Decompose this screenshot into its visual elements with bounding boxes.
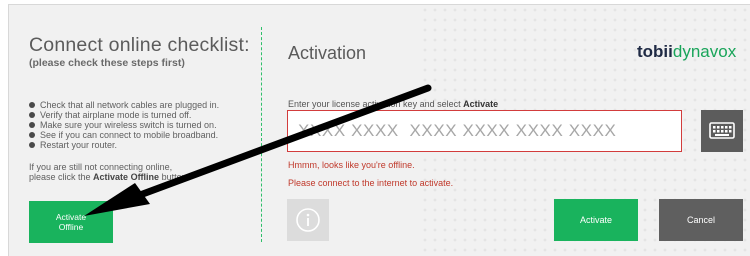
activation-title: Activation: [288, 43, 367, 63]
keyboard-button[interactable]: [701, 110, 743, 152]
activation-panel: Connect online checklist: (please check …: [8, 4, 750, 256]
checklist-subtitle: (please check these steps first): [29, 57, 185, 69]
bullet-icon: [29, 132, 35, 138]
checklist: Check that all network cables are plugge…: [29, 100, 269, 150]
connect-error: Please connect to the internet to activa…: [288, 178, 454, 188]
checklist-item: Restart your router.: [29, 140, 269, 150]
tobii-dynavox-logo: tobiidynavox: [637, 42, 737, 61]
offline-note: If you are still not connecting online, …: [29, 162, 190, 182]
activate-offline-button[interactable]: Activate Offline: [29, 201, 113, 243]
cancel-button[interactable]: Cancel: [659, 199, 743, 241]
license-key-input[interactable]: [287, 110, 682, 152]
info-icon: [296, 208, 320, 232]
checklist-header: Connect online checklist: (please check …: [29, 34, 259, 70]
section-divider: [261, 27, 262, 242]
checklist-title: Connect online checklist:: [29, 34, 250, 56]
bullet-icon: [29, 122, 35, 128]
keyboard-icon: [709, 122, 735, 139]
info-button[interactable]: [287, 199, 329, 241]
checklist-item: Make sure your wireless switch is turned…: [29, 120, 269, 130]
checklist-item: Check that all network cables are plugge…: [29, 100, 269, 110]
bullet-icon: [29, 142, 35, 148]
bullet-icon: [29, 112, 35, 118]
activate-button[interactable]: Activate: [554, 199, 638, 241]
bullet-icon: [29, 102, 35, 108]
offline-error: Hmmm, looks like you're offline.: [288, 160, 415, 170]
activation-instruction: Enter your license activation key and se…: [288, 99, 499, 109]
checklist-item: Verify that airplane mode is turned off.: [29, 110, 269, 120]
checklist-item: See if you can connect to mobile broadba…: [29, 130, 269, 140]
